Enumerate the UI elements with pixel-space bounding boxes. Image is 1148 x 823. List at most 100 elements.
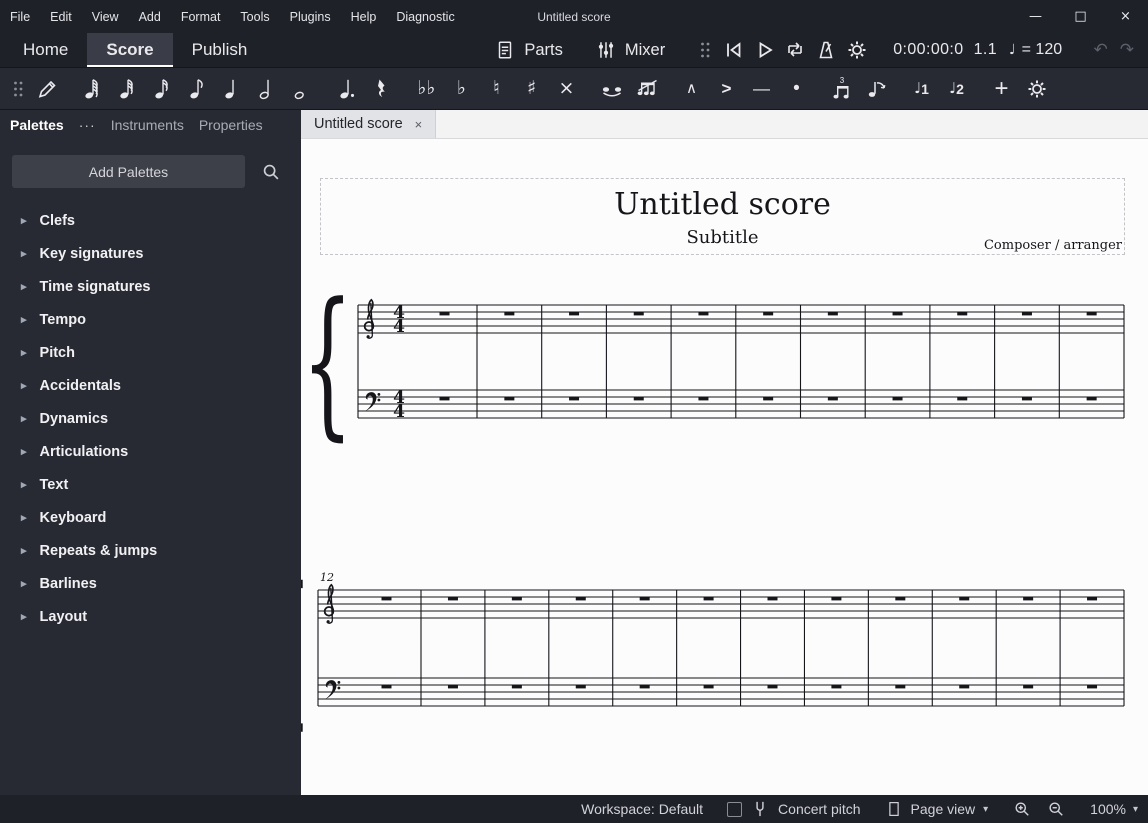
palette-item-dynamics[interactable]: ▸ Dynamics <box>0 402 301 435</box>
note-64th-button[interactable] <box>75 73 108 105</box>
menu-plugins[interactable]: Plugins <box>280 0 341 33</box>
augmentation-dot-button[interactable] <box>330 73 363 105</box>
page-icon <box>885 799 903 819</box>
palette-item-accidentals[interactable]: ▸ Accidentals <box>0 369 301 402</box>
menu-tools[interactable]: Tools <box>230 0 279 33</box>
palette-item-keyboard[interactable]: ▸ Keyboard <box>0 501 301 534</box>
palette-item-repeats-jumps[interactable]: ▸ Repeats & jumps <box>0 534 301 567</box>
tempo-button[interactable]: ♩ = 120 <box>1009 41 1062 59</box>
palette-item-key-signatures[interactable]: ▸ Key signatures <box>0 237 301 270</box>
marcato-button[interactable]: ∧ <box>675 73 708 105</box>
menu-add[interactable]: Add <box>129 0 171 33</box>
close-button[interactable]: × <box>1103 0 1148 33</box>
note-quarter-button[interactable] <box>215 73 248 105</box>
expand-arrow-icon[interactable]: ▸ <box>21 610 27 623</box>
view-mode-selector[interactable]: Page view ▾ <box>885 799 988 819</box>
zoom-level-selector[interactable]: 100% ▾ <box>1090 801 1138 817</box>
parts-button[interactable]: Parts <box>494 39 563 61</box>
expand-arrow-icon[interactable]: ▸ <box>21 313 27 326</box>
search-palettes-button[interactable] <box>253 155 289 188</box>
score-page[interactable]: Untitled score Subtitle Composer / arran… <box>301 139 1148 795</box>
add-item-button[interactable]: + <box>985 73 1018 105</box>
tab-close-icon[interactable]: × <box>415 117 423 132</box>
palette-item-layout[interactable]: ▸ Layout <box>0 600 301 633</box>
expand-arrow-icon[interactable]: ▸ <box>21 280 27 293</box>
metronome-button[interactable] <box>812 36 840 64</box>
tab-publish[interactable]: Publish <box>173 33 267 67</box>
double-sharp-button[interactable]: × <box>550 73 583 105</box>
palettes-more-button[interactable]: ··· <box>79 117 96 133</box>
zoom-in-button[interactable] <box>1012 799 1032 819</box>
tab-score[interactable]: Score <box>87 33 173 67</box>
note-half-button[interactable] <box>250 73 283 105</box>
expand-arrow-icon[interactable]: ▸ <box>21 544 27 557</box>
score-canvas[interactable]: Untitled score Subtitle Composer / arran… <box>301 139 1148 795</box>
palette-item-pitch[interactable]: ▸ Pitch <box>0 336 301 369</box>
playback-settings-button[interactable] <box>843 36 871 64</box>
note-whole-button[interactable] <box>285 73 318 105</box>
rest-button[interactable] <box>365 73 398 105</box>
voice-2-button[interactable]: ♩ 2 <box>940 73 973 105</box>
sharp-button[interactable]: ♯ <box>515 73 548 105</box>
expand-arrow-icon[interactable]: ▸ <box>21 511 27 524</box>
tuplet-button[interactable]: 3 <box>825 73 858 105</box>
minimize-button[interactable]: — <box>1013 0 1058 33</box>
double-flat-button[interactable]: ♭♭ <box>410 73 443 105</box>
menu-edit[interactable]: Edit <box>40 0 82 33</box>
expand-arrow-icon[interactable]: ▸ <box>21 247 27 260</box>
zoom-out-button[interactable] <box>1046 799 1066 819</box>
tab-home[interactable]: Home <box>4 33 87 67</box>
tenuto-button[interactable]: — <box>745 73 778 105</box>
note-toolbar-drag-handle-icon[interactable] <box>8 73 28 105</box>
accent-button[interactable]: > <box>710 73 743 105</box>
expand-arrow-icon[interactable]: ▸ <box>21 478 27 491</box>
note-32nd-button[interactable] <box>110 73 143 105</box>
customize-toolbar-button[interactable] <box>1020 73 1053 105</box>
tab-properties[interactable]: Properties <box>199 117 263 133</box>
expand-arrow-icon[interactable]: ▸ <box>21 346 27 359</box>
undo-button[interactable]: ↶ <box>1094 40 1108 60</box>
concert-pitch-toggle[interactable]: Concert pitch <box>727 798 861 820</box>
note-16th-button[interactable] <box>145 73 178 105</box>
voice-1-button[interactable]: ♩ 1 <box>905 73 938 105</box>
palette-item-barlines[interactable]: ▸ Barlines <box>0 567 301 600</box>
document-tab[interactable]: Untitled score × <box>301 110 437 138</box>
expand-arrow-icon[interactable]: ▸ <box>21 445 27 458</box>
playback-drag-handle-icon[interactable] <box>691 36 719 64</box>
concert-pitch-checkbox[interactable] <box>727 801 743 817</box>
menu-help[interactable]: Help <box>341 0 387 33</box>
menu-view[interactable]: View <box>82 0 129 33</box>
loop-playback-button[interactable] <box>781 36 809 64</box>
slur-button[interactable] <box>630 73 663 105</box>
play-button[interactable] <box>750 36 778 64</box>
expand-arrow-icon[interactable]: ▸ <box>21 379 27 392</box>
palette-item-clefs[interactable]: ▸ Clefs <box>0 204 301 237</box>
note-eighth-button[interactable] <box>180 73 213 105</box>
add-palettes-button[interactable]: Add Palettes <box>12 155 245 188</box>
palette-item-text[interactable]: ▸ Text <box>0 468 301 501</box>
workspace-button[interactable]: Workspace: Default <box>581 801 703 817</box>
expand-arrow-icon[interactable]: ▸ <box>21 412 27 425</box>
maximize-button[interactable]: □ <box>1058 0 1103 33</box>
redo-button[interactable]: ↷ <box>1120 40 1134 60</box>
expand-arrow-icon[interactable]: ▸ <box>21 577 27 590</box>
natural-button[interactable]: ♮ <box>480 73 513 105</box>
palette-item-tempo[interactable]: ▸ Tempo <box>0 303 301 336</box>
tab-instruments[interactable]: Instruments <box>111 117 184 133</box>
mixer-button[interactable]: Mixer <box>595 39 665 61</box>
palette-item-time-signatures[interactable]: ▸ Time signatures <box>0 270 301 303</box>
menu-diagnostic[interactable]: Diagnostic <box>386 0 464 33</box>
palette-item-articulations[interactable]: ▸ Articulations <box>0 435 301 468</box>
note-input-mode-button[interactable] <box>30 73 63 105</box>
expand-arrow-icon[interactable]: ▸ <box>21 214 27 227</box>
menu-file[interactable]: File <box>0 0 40 33</box>
tie-button[interactable] <box>595 73 628 105</box>
flat-button[interactable]: ♭ <box>445 73 478 105</box>
tab-palettes[interactable]: Palettes <box>10 117 64 133</box>
flip-direction-button[interactable] <box>860 73 893 105</box>
menu-format[interactable]: Format <box>171 0 231 33</box>
rewind-button[interactable] <box>719 36 747 64</box>
tie-icon <box>599 77 625 101</box>
staccato-button[interactable]: • <box>780 73 813 105</box>
score-notation[interactable]: {4444{12 <box>301 139 1148 795</box>
